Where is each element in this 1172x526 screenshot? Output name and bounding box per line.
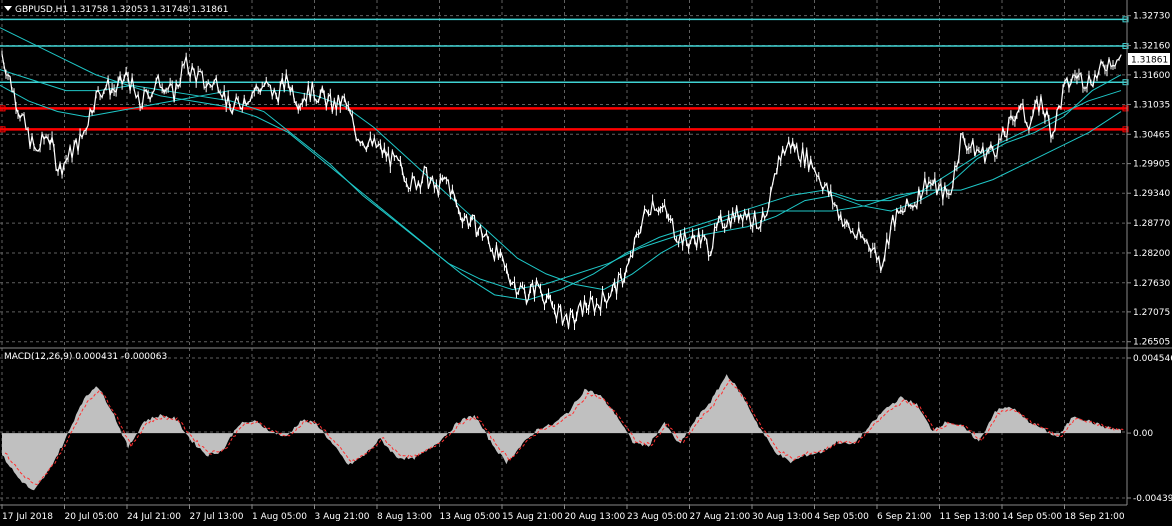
x-tick-label: 6 Sep 21:00 bbox=[877, 512, 932, 522]
x-tick-label: 30 Aug 13:00 bbox=[752, 512, 813, 522]
x-tick-label: 1 Aug 05:00 bbox=[252, 512, 307, 522]
y-tick-label: 1.32730 bbox=[1133, 12, 1170, 22]
x-tick-label: 23 Aug 05:00 bbox=[627, 512, 688, 522]
y-tick-label: 1.26505 bbox=[1133, 338, 1170, 348]
x-tick-label: 27 Jul 13:00 bbox=[190, 512, 244, 522]
y-tick-label: 1.32160 bbox=[1133, 42, 1170, 52]
chart-canvas[interactable]: 1.32730 1.32160 1.31600 1.31035 1.30465 1.299… bbox=[0, 0, 1172, 526]
y-tick-label: 1.27630 bbox=[1133, 279, 1170, 289]
y-tick-label: 1.31600 bbox=[1133, 71, 1170, 81]
y-tick-label: 1.27075 bbox=[1133, 308, 1170, 318]
y-tick-label: 1.31035 bbox=[1133, 100, 1170, 110]
chart-background bbox=[0, 0, 1172, 526]
y-tick-label: 1.30465 bbox=[1133, 130, 1170, 140]
symbol-header: GBPUSD,H1 1.31758 1.32053 1.31748 1.3186… bbox=[15, 5, 228, 15]
y-tick-label: 1.29905 bbox=[1133, 160, 1170, 170]
x-tick-label: 8 Aug 13:00 bbox=[377, 512, 432, 522]
x-tick-label: 24 Jul 21:00 bbox=[127, 512, 181, 522]
x-tick-label: 4 Sep 05:00 bbox=[815, 512, 870, 522]
y-tick-label: 1.28200 bbox=[1133, 249, 1170, 259]
x-tick-label: 14 Sep 05:00 bbox=[1002, 512, 1062, 522]
current-price-label: 1.31861 bbox=[1131, 56, 1168, 66]
y-tick-label: 1.28770 bbox=[1133, 219, 1170, 229]
x-tick-label: 15 Aug 21:00 bbox=[502, 512, 563, 522]
y-tick-label: 1.29340 bbox=[1133, 189, 1170, 199]
x-tick-label: 18 Sep 21:00 bbox=[1065, 512, 1125, 522]
x-tick-label: 20 Aug 13:00 bbox=[565, 512, 626, 522]
x-tick-label: 11 Sep 13:00 bbox=[940, 512, 1000, 522]
macd-header: MACD(12,26,9) 0.000431 -0.000063 bbox=[4, 352, 167, 362]
x-tick-label: 17 Jul 2018 bbox=[2, 512, 53, 522]
x-tick-label: 27 Aug 21:00 bbox=[690, 512, 751, 522]
macd-tick-label: 0.004546 bbox=[1133, 354, 1172, 364]
macd-tick-label: 0.00 bbox=[1133, 429, 1153, 439]
x-tick-label: 13 Aug 05:00 bbox=[440, 512, 501, 522]
x-tick-label: 3 Aug 21:00 bbox=[315, 512, 370, 522]
x-tick-label: 20 Jul 05:00 bbox=[65, 512, 119, 522]
macd-tick-label: -0.004399 bbox=[1133, 494, 1172, 504]
